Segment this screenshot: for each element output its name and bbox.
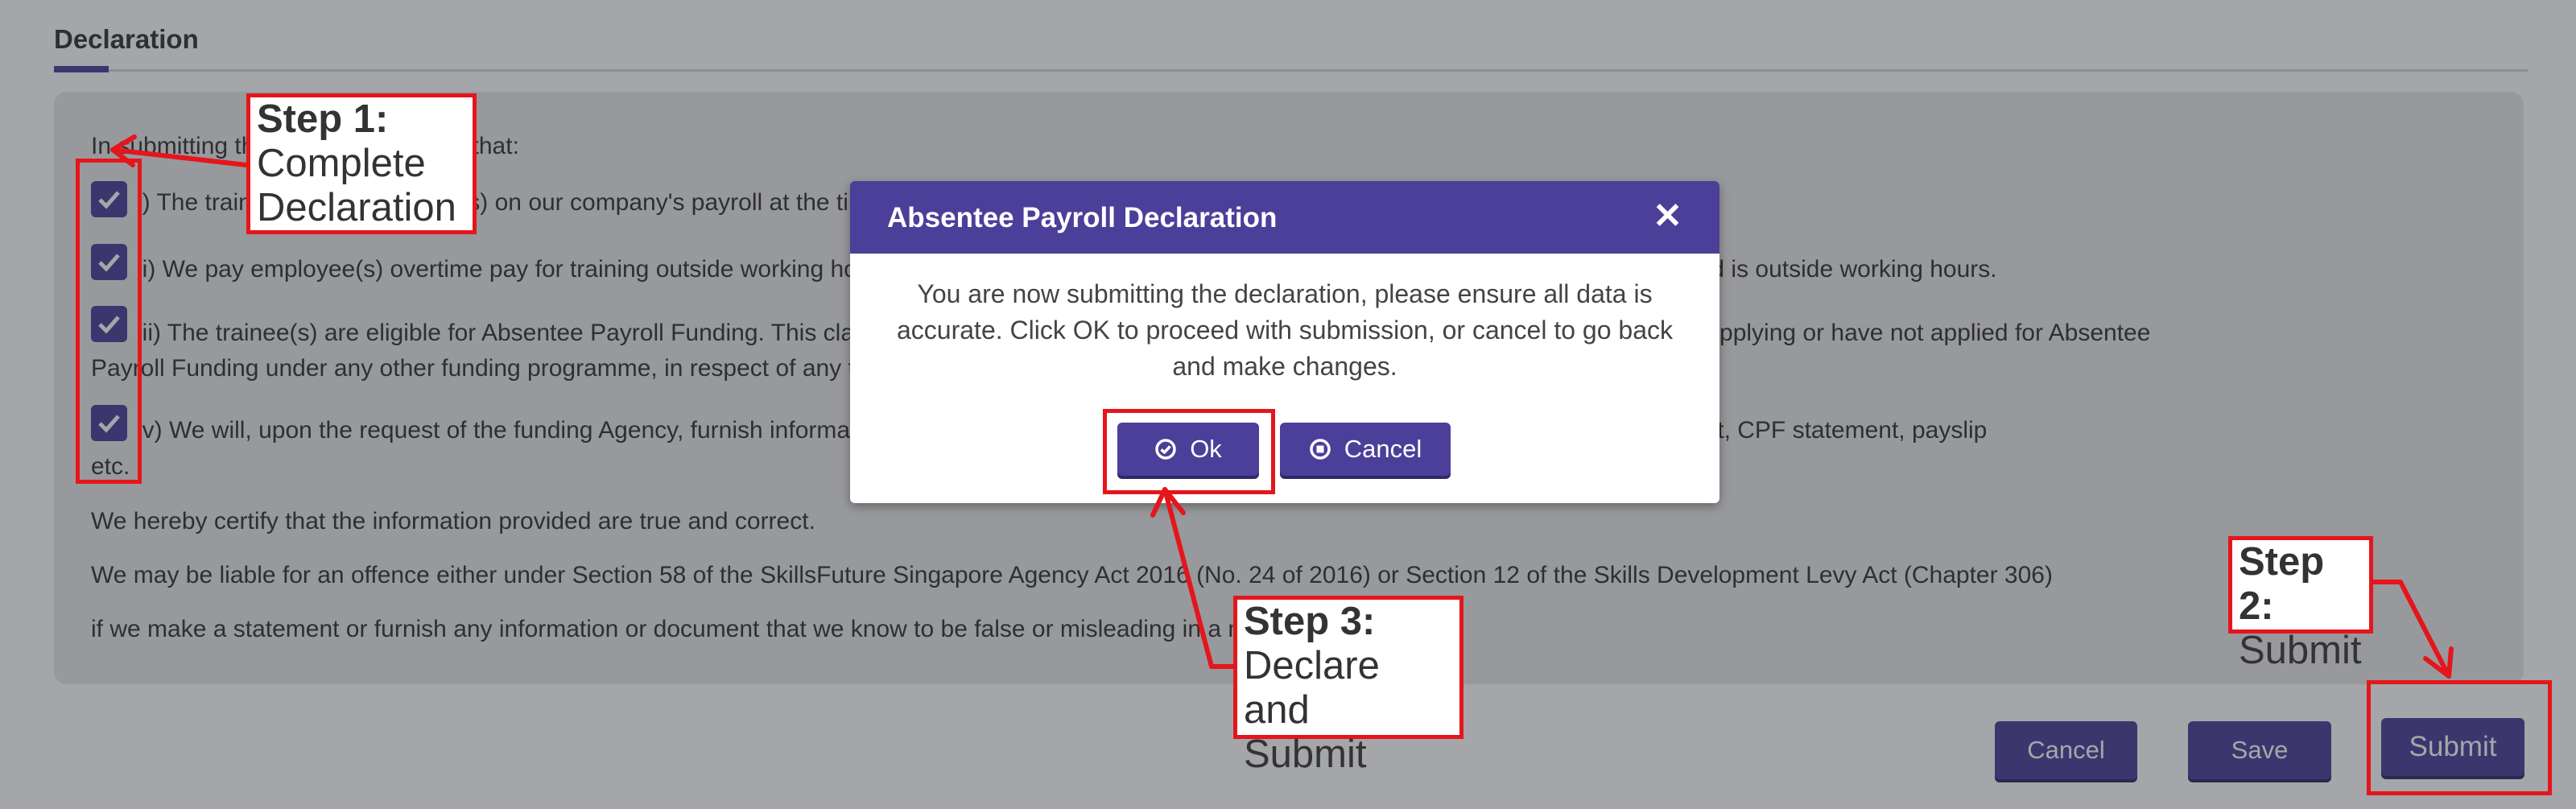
cancel-circle-icon <box>1310 439 1331 460</box>
step3-annotation: Step 3: Declare and Submit <box>1233 596 1463 776</box>
step3-title: Step 3: <box>1244 600 1376 643</box>
close-icon[interactable]: ✕ <box>1653 196 1682 237</box>
declaration-modal: Absentee Payroll Declaration ✕ You are n… <box>850 181 1719 503</box>
modal-cancel-button[interactable]: Cancel <box>1280 423 1451 476</box>
step1-text-1: Complete <box>257 142 426 185</box>
step3-text-1: Declare and <box>1244 644 1380 732</box>
step3-text-2: Submit <box>1244 733 1367 776</box>
step1-title: Step 1: <box>257 97 389 141</box>
modal-header: Absentee Payroll Declaration ✕ <box>850 181 1719 254</box>
submit-highlight <box>2367 680 2552 795</box>
step1-annotation: Step 1: Complete Declaration <box>246 93 477 234</box>
ok-highlight <box>1103 409 1275 494</box>
step2-text: Submit <box>2239 629 2362 672</box>
modal-message: You are now submitting the declaration, … <box>897 279 1673 381</box>
step2-title: Step 2: <box>2239 540 2325 628</box>
modal-cancel-label: Cancel <box>1344 435 1422 463</box>
step1-text-2: Declaration <box>257 186 456 229</box>
modal-title: Absentee Payroll Declaration <box>887 202 1278 233</box>
checkbox-highlight <box>76 159 142 484</box>
step2-annotation: Step 2: Submit <box>2228 536 2373 672</box>
